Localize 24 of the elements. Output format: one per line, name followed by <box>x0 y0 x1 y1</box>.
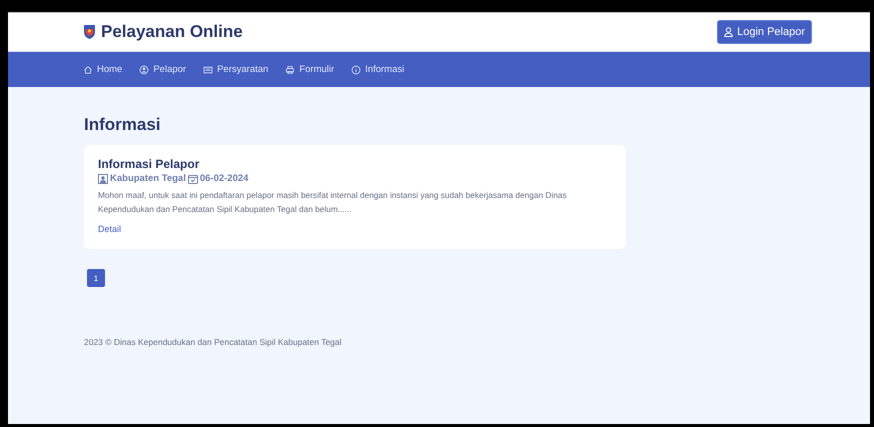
post-date: 06-02-2024 <box>200 173 248 184</box>
footer-text: 2023 © Dinas Kependudukan dan Pencatatan Sipil Kabupaten Tegal <box>84 337 343 347</box>
detail-link[interactable]: Detail <box>98 224 122 234</box>
home-icon <box>83 64 93 74</box>
nav-link[interactable]: Home <box>83 64 122 75</box>
person-icon <box>98 174 108 184</box>
calendar-icon <box>188 174 198 184</box>
nav-link[interactable]: Persyaratan <box>203 64 268 75</box>
post-title: Informasi Pelapor <box>98 157 200 171</box>
crest-logo <box>84 25 95 39</box>
user-icon <box>139 64 150 74</box>
page-title: Informasi <box>84 115 162 135</box>
site-title: Pelayanan Online <box>101 22 243 42</box>
user-icon <box>724 27 734 37</box>
login-button[interactable]: Login Pelapor <box>717 20 812 44</box>
info-icon <box>351 64 362 74</box>
print-icon <box>285 64 296 74</box>
post-author: Kabupaten Tegal <box>110 173 186 184</box>
page-button[interactable]: 1 <box>87 269 105 287</box>
nav-link[interactable]: Informasi <box>351 64 404 75</box>
list-icon <box>203 64 214 74</box>
nav-link[interactable]: Pelapor <box>139 64 186 75</box>
nav-link[interactable]: Formulir <box>285 64 334 75</box>
post-excerpt: Mohon maaf, untuk saat ini pendaftaran pelapor masih bersifat internal dengan instansi yang sudah bekerjasama dengan Dinas Kependudukan dan Pencatatan Sipil Kabupaten Tegal dan belum...... <box>98 189 568 216</box>
